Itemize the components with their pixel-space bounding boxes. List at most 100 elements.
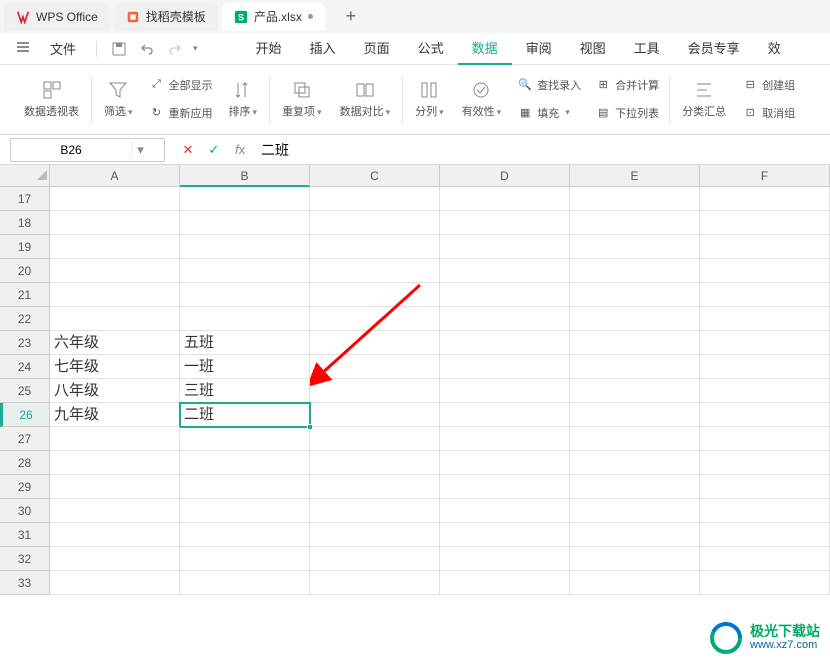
row-header-23[interactable]: 23 <box>0 331 50 355</box>
validity-button[interactable]: 有效性▾ <box>460 71 504 127</box>
row-header-24[interactable]: 24 <box>0 355 50 379</box>
cell-B24[interactable]: 一班 <box>180 355 310 379</box>
row-header-21[interactable]: 21 <box>0 283 50 307</box>
filter-button[interactable]: 筛选▾ <box>102 71 135 127</box>
dropdown-button[interactable]: ▤下拉列表 <box>595 102 659 124</box>
cell-C25[interactable] <box>310 379 440 403</box>
cell-C26[interactable] <box>310 403 440 427</box>
cell-E24[interactable] <box>570 355 700 379</box>
row-header-31[interactable]: 31 <box>0 523 50 547</box>
cell-D30[interactable] <box>440 499 570 523</box>
cell-E28[interactable] <box>570 451 700 475</box>
cell-D21[interactable] <box>440 283 570 307</box>
cell-B23[interactable]: 五班 <box>180 331 310 355</box>
cell-A17[interactable] <box>50 187 180 211</box>
tab-tools[interactable]: 工具 <box>620 32 674 65</box>
cell-A19[interactable] <box>50 235 180 259</box>
cell-F27[interactable] <box>700 427 830 451</box>
cell-B32[interactable] <box>180 547 310 571</box>
fill-handle[interactable] <box>307 424 313 430</box>
row-header-26[interactable]: 26 <box>0 403 50 427</box>
tab-start[interactable]: 开始 <box>242 32 296 65</box>
col-header-F[interactable]: F <box>700 165 830 187</box>
qat-dropdown-icon[interactable]: ▾ <box>193 43 198 54</box>
cell-F29[interactable] <box>700 475 830 499</box>
tab-wps-home[interactable]: WPS Office <box>4 3 110 31</box>
row-header-19[interactable]: 19 <box>0 235 50 259</box>
new-tab-button[interactable]: + <box>337 3 365 31</box>
cell-A33[interactable] <box>50 571 180 595</box>
tab-more[interactable]: 效 <box>754 32 795 65</box>
fill-button[interactable]: ▦填充▾ <box>517 102 581 124</box>
tab-document[interactable]: S 产品.xlsx <box>222 3 325 31</box>
cell-F31[interactable] <box>700 523 830 547</box>
cell-F32[interactable] <box>700 547 830 571</box>
cell-D22[interactable] <box>440 307 570 331</box>
show-all-button[interactable]: ⤢全部显示 <box>149 74 213 96</box>
cell-F30[interactable] <box>700 499 830 523</box>
name-box-input[interactable] <box>11 143 131 157</box>
cell-A18[interactable] <box>50 211 180 235</box>
cell-E19[interactable] <box>570 235 700 259</box>
cell-D29[interactable] <box>440 475 570 499</box>
cell-A27[interactable] <box>50 427 180 451</box>
cell-E31[interactable] <box>570 523 700 547</box>
cell-B28[interactable] <box>180 451 310 475</box>
cell-B30[interactable] <box>180 499 310 523</box>
row-header-28[interactable]: 28 <box>0 451 50 475</box>
row-header-22[interactable]: 22 <box>0 307 50 331</box>
cell-B26[interactable]: 二班 <box>180 403 310 427</box>
subtotal-button[interactable]: 分类汇总 <box>680 71 728 127</box>
cancel-icon[interactable]: ✕ <box>179 142 197 158</box>
confirm-icon[interactable]: ✓ <box>205 142 223 158</box>
cell-E25[interactable] <box>570 379 700 403</box>
cell-A29[interactable] <box>50 475 180 499</box>
col-header-D[interactable]: D <box>440 165 570 187</box>
cell-A21[interactable] <box>50 283 180 307</box>
cell-B29[interactable] <box>180 475 310 499</box>
row-header-30[interactable]: 30 <box>0 499 50 523</box>
create-group-button[interactable]: ⊟创建组 <box>742 74 795 96</box>
tab-insert[interactable]: 插入 <box>296 32 350 65</box>
fx-icon[interactable]: fx <box>231 142 249 158</box>
cell-C24[interactable] <box>310 355 440 379</box>
ungroup-button[interactable]: ⊡取消组 <box>742 102 795 124</box>
cell-A26[interactable]: 九年级 <box>50 403 180 427</box>
cell-B20[interactable] <box>180 259 310 283</box>
cell-F24[interactable] <box>700 355 830 379</box>
cell-A23[interactable]: 六年级 <box>50 331 180 355</box>
cell-A28[interactable] <box>50 451 180 475</box>
cell-D18[interactable] <box>440 211 570 235</box>
cell-B27[interactable] <box>180 427 310 451</box>
cell-C23[interactable] <box>310 331 440 355</box>
cell-A30[interactable] <box>50 499 180 523</box>
row-header-27[interactable]: 27 <box>0 427 50 451</box>
cell-D25[interactable] <box>440 379 570 403</box>
duplicate-button[interactable]: 重复项▾ <box>280 71 324 127</box>
cell-E29[interactable] <box>570 475 700 499</box>
row-header-29[interactable]: 29 <box>0 475 50 499</box>
consolidate-button[interactable]: ⊞合并计算 <box>595 74 659 96</box>
tab-formula[interactable]: 公式 <box>404 32 458 65</box>
cell-C27[interactable] <box>310 427 440 451</box>
cell-F20[interactable] <box>700 259 830 283</box>
tab-docer[interactable]: 找稻壳模板 <box>114 3 218 31</box>
cell-C30[interactable] <box>310 499 440 523</box>
cell-C32[interactable] <box>310 547 440 571</box>
cell-C17[interactable] <box>310 187 440 211</box>
file-menu[interactable]: 文件 <box>40 35 86 62</box>
row-header-25[interactable]: 25 <box>0 379 50 403</box>
cell-D27[interactable] <box>440 427 570 451</box>
cell-D24[interactable] <box>440 355 570 379</box>
row-header-17[interactable]: 17 <box>0 187 50 211</box>
tab-data[interactable]: 数据 <box>458 32 512 65</box>
cell-E32[interactable] <box>570 547 700 571</box>
cell-E22[interactable] <box>570 307 700 331</box>
cell-D31[interactable] <box>440 523 570 547</box>
cell-A31[interactable] <box>50 523 180 547</box>
cell-B19[interactable] <box>180 235 310 259</box>
cell-F19[interactable] <box>700 235 830 259</box>
cell-D20[interactable] <box>440 259 570 283</box>
find-entry-button[interactable]: 🔍查找录入 <box>517 74 581 96</box>
name-box-dropdown-icon[interactable]: ▾ <box>131 142 149 158</box>
